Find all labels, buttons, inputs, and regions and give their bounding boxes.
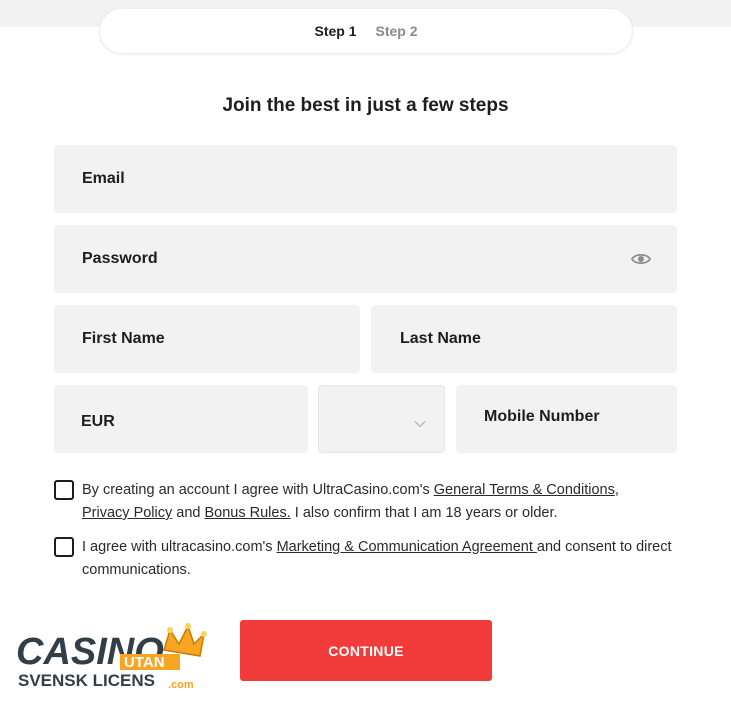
last-name-label: Last Name (400, 330, 481, 347)
marketing-prefix: I agree with ultracasino.com's (82, 539, 277, 555)
logo-word-svensk-licens: SVENSK LICENS (18, 671, 155, 690)
privacy-policy-link[interactable]: Privacy Policy (82, 505, 172, 521)
terms-prefix: By creating an account I agree with Ultr… (82, 482, 434, 498)
logo-word-com: .com (168, 679, 194, 691)
terms-suffix: I also confirm that I am 18 years or old… (290, 505, 558, 521)
step-indicator: Step 1 Step 2 (99, 8, 633, 54)
step-1[interactable]: Step 1 (314, 23, 356, 39)
marketing-consent-text: I agree with ultracasino.com's Marketing… (82, 536, 682, 582)
marketing-consent-row: I agree with ultracasino.com's Marketing… (54, 536, 682, 582)
password-label: Password (82, 250, 158, 267)
terms-and: and (172, 505, 205, 521)
marketing-agreement-link[interactable]: Marketing & Communication Agreement (277, 539, 537, 555)
currency-value: EUR (81, 413, 115, 430)
last-name-field[interactable]: Last Name (371, 305, 677, 373)
crown-icon (163, 623, 207, 657)
currency-select[interactable]: EUR (54, 385, 308, 453)
first-name-field[interactable]: First Name (54, 305, 360, 373)
mobile-label: Mobile Number (484, 408, 600, 425)
mobile-number-field[interactable]: Mobile Number (456, 385, 677, 453)
email-field[interactable]: Email (54, 145, 677, 213)
page-title: Join the best in just a few steps (222, 95, 509, 116)
chevron-down-icon (414, 415, 426, 428)
first-name-label: First Name (82, 330, 165, 347)
terms-checkbox[interactable] (54, 480, 74, 500)
eye-icon[interactable] (630, 250, 652, 268)
logo-word-utan: UTAN (124, 654, 165, 671)
step-2[interactable]: Step 2 (376, 23, 418, 39)
terms-consent-text: By creating an account I agree with Ultr… (82, 479, 682, 525)
continue-button[interactable]: CONTINUE (240, 620, 492, 681)
terms-consent-row: By creating an account I agree with Ultr… (54, 479, 682, 525)
watermark-logo: CASINO UTAN SVENSK LICENS .com (14, 622, 214, 692)
general-terms-link[interactable]: General Terms & Conditions (434, 482, 615, 498)
marketing-checkbox[interactable] (54, 537, 74, 557)
bonus-rules-link[interactable]: Bonus Rules. (205, 505, 291, 521)
country-code-select[interactable] (318, 385, 445, 453)
email-label: Email (82, 170, 125, 187)
password-field[interactable]: Password (54, 225, 677, 293)
terms-comma: , (614, 482, 619, 498)
